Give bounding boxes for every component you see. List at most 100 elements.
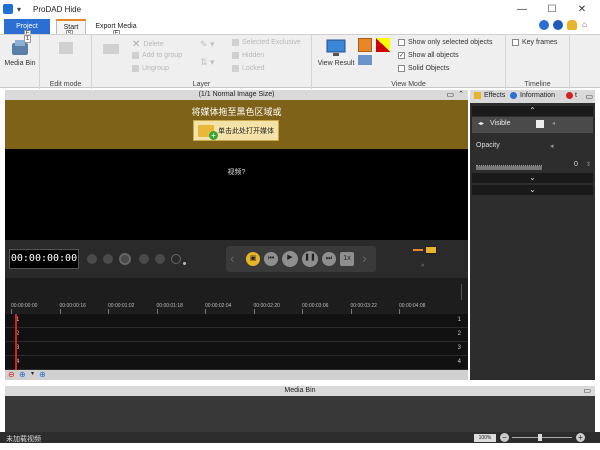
move-layer-button[interactable]: ✎ ▾: [200, 39, 215, 50]
timeline-tick-label: 00:00:04:08: [399, 303, 426, 309]
play-icon[interactable]: ▶: [282, 251, 298, 267]
show-only-selected-checkbox[interactable]: Show only selected objects: [398, 39, 492, 46]
opacity-reset-icon[interactable]: ◂: [550, 142, 554, 150]
caret-icon[interactable]: ▾: [31, 370, 34, 377]
quick-access-chevron-icon[interactable]: ▾: [17, 5, 21, 14]
in-marker-icon[interactable]: [413, 249, 423, 251]
maximize-button[interactable]: ☐: [539, 0, 565, 18]
step-back-icon[interactable]: [103, 254, 113, 264]
rewind-icon[interactable]: ⏮: [264, 252, 278, 266]
zoom-in-icon[interactable]: ⊕: [19, 370, 26, 379]
info-icon[interactable]: [553, 20, 563, 30]
chevron-up-icon[interactable]: ^: [421, 264, 424, 271]
reset-icon[interactable]: ◂: [552, 120, 555, 127]
timeline-track[interactable]: 11: [5, 314, 468, 328]
skip-end-icon[interactable]: [155, 254, 165, 264]
show-all-objects-checkbox[interactable]: ✓ Show all objects: [398, 52, 459, 59]
close-button[interactable]: ✕: [569, 0, 595, 18]
record-icon[interactable]: [119, 253, 131, 265]
pause-icon[interactable]: ❚❚: [302, 251, 318, 267]
tab-more[interactable]: t: [566, 92, 577, 99]
timeline-tracks[interactable]: 44332211: [5, 314, 468, 370]
record-icon: [566, 92, 573, 99]
loop-icon[interactable]: [171, 254, 181, 264]
color-mode-icon[interactable]: [376, 38, 390, 52]
opacity-value[interactable]: 0: [574, 161, 578, 168]
timeline-tick-label: 00:00:00:00: [11, 303, 38, 309]
prev-icon[interactable]: ‹: [230, 250, 235, 266]
status-bar: 未加载视频 100% − +: [0, 432, 600, 443]
preview-header: (1/1 Normal Image Size) ▭ ⌃: [5, 90, 468, 100]
timeline-track[interactable]: 44: [5, 356, 468, 370]
ribbon-group-edit-mode: Edit mode: [40, 35, 92, 89]
zoom-in-button[interactable]: +: [576, 433, 585, 442]
selected-exclusive-toggle[interactable]: Selected Exclusive: [232, 39, 301, 46]
ribbon-group-layer: ✕ Delete Add to group Ungroup ✎ ▾ ⇅ ▾ Se…: [92, 35, 312, 89]
add-layer-button[interactable]: [96, 38, 126, 67]
timeline-track[interactable]: 33: [5, 342, 468, 356]
minimize-button[interactable]: —: [509, 0, 535, 18]
collapse-icon[interactable]: ⌃: [458, 90, 464, 100]
expand-down-icon[interactable]: ⌄: [472, 173, 593, 183]
delete-icon: ✕: [132, 39, 141, 50]
panel-window-icon[interactable]: ▭: [446, 90, 454, 100]
ungroup-button[interactable]: Ungroup: [132, 65, 169, 72]
step-forward-icon[interactable]: [139, 254, 149, 264]
zoom-level[interactable]: 100%: [474, 434, 496, 442]
checkbox-icon: [398, 65, 405, 72]
visible-checkbox[interactable]: [536, 120, 544, 128]
timeline-tick-label: 00:00:03:06: [302, 303, 329, 309]
zoom-out-button[interactable]: −: [500, 433, 509, 442]
key-frames-checkbox[interactable]: Key frames: [512, 39, 557, 46]
timeline-tick-label: 00:00:02:20: [253, 303, 280, 309]
zoom-slider[interactable]: [512, 437, 572, 438]
media-bin-button[interactable]: Media Bin: [4, 38, 36, 67]
skip-start-icon[interactable]: [87, 254, 97, 264]
view-result-label: View Result: [317, 60, 355, 67]
hidden-toggle[interactable]: Hidden: [232, 52, 264, 59]
solid-objects-checkbox[interactable]: Solid Objects: [398, 65, 449, 72]
next-icon[interactable]: ›: [362, 250, 367, 266]
split-view-icon[interactable]: [358, 55, 372, 65]
panel-window-icon[interactable]: ▭: [585, 92, 593, 101]
spinner-icon[interactable]: ⇕: [586, 161, 591, 168]
visible-label: Visible: [490, 120, 511, 127]
panel-tabs: Effects Information t ▭: [470, 90, 595, 103]
lightbulb-icon[interactable]: [567, 20, 577, 30]
view-result-button[interactable]: View Result: [316, 38, 356, 67]
speed-icon[interactable]: 1x: [340, 252, 354, 266]
overlay-mode-icon[interactable]: [358, 38, 372, 52]
tab-effects[interactable]: Effects: [474, 92, 505, 99]
video-placeholder-text: 视频?: [227, 169, 246, 176]
panel-window-icon[interactable]: ▭: [583, 386, 591, 396]
group-icon: [132, 52, 139, 59]
help-icon[interactable]: [539, 20, 549, 30]
selection-icon: [59, 42, 73, 54]
layer-order-button[interactable]: ⇅ ▾: [200, 57, 215, 68]
open-media-button[interactable]: + 单击此处打开媒体: [193, 120, 279, 141]
playback-controls: ‹ ▣ ⏮ ▶ ❚❚ ⏭ 1x ›: [226, 246, 376, 272]
opacity-slider-track[interactable]: [476, 166, 542, 170]
collapse-up-icon[interactable]: ⌃: [472, 106, 593, 116]
add-to-group-button[interactable]: Add to group: [132, 52, 182, 59]
ribbon-group-timeline: Key frames Timeline: [506, 35, 570, 89]
expand-down-icon[interactable]: ⌄: [472, 185, 593, 195]
mark-in-icon[interactable]: ▣: [246, 252, 260, 266]
edit-mode-button[interactable]: [48, 38, 84, 67]
media-bin-area[interactable]: [5, 396, 595, 432]
preview-area[interactable]: 将媒体拖至黑色区域或 + 单击此处打开媒体 视频?: [5, 100, 468, 240]
playhead[interactable]: [15, 314, 17, 370]
delete-button[interactable]: ✕ Delete: [132, 39, 164, 50]
out-marker-icon[interactable]: [425, 246, 437, 254]
tab-information[interactable]: Information: [510, 92, 555, 99]
locked-toggle[interactable]: Locked: [232, 65, 265, 72]
home-icon[interactable]: ⌂: [582, 20, 587, 29]
timeline-track[interactable]: 22: [5, 328, 468, 342]
timeline-ruler[interactable]: 00:00:00:00 00:00:00:16 00:00:01:02 00:00:0…: [5, 278, 468, 314]
visible-row[interactable]: ◂▸ Visible ◂: [472, 117, 593, 133]
zoom-fit-icon[interactable]: ⊕: [39, 370, 46, 379]
forward-icon[interactable]: ⏭: [322, 252, 336, 266]
effects-panel: Effects Information t ▭ ⌃ ◂▸ Visible ◂ O…: [470, 90, 595, 380]
zoom-out-icon[interactable]: ⊖: [8, 370, 15, 379]
zoom-slider-thumb[interactable]: [538, 434, 542, 441]
